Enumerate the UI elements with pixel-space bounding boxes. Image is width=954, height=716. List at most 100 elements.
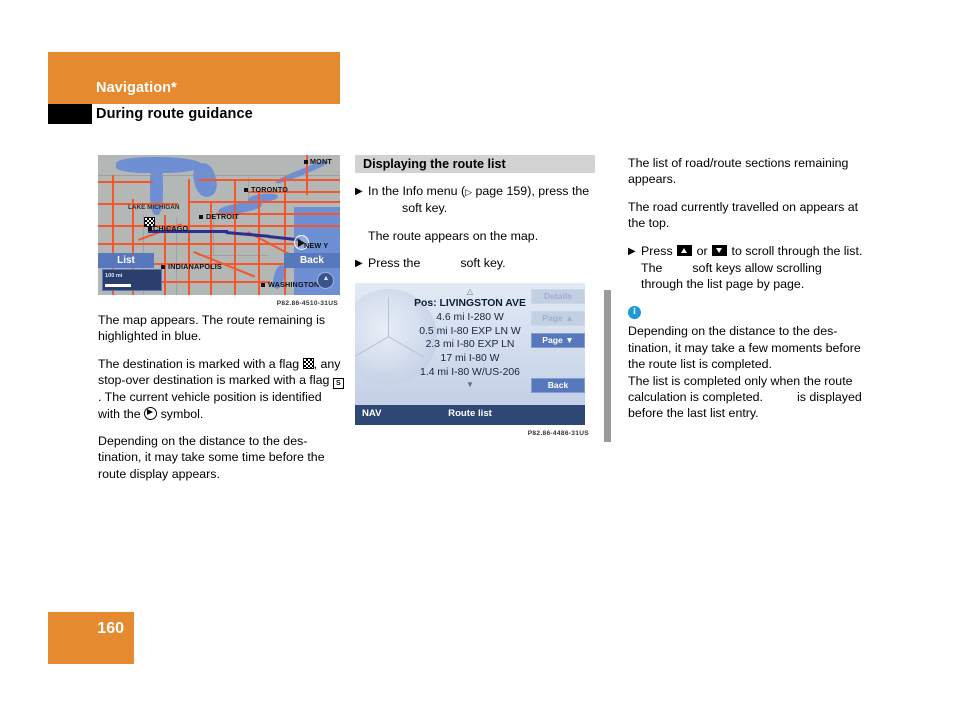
emblem-spoke bbox=[355, 336, 390, 358]
note-line-2: The list is completed only when the rout… bbox=[628, 373, 864, 422]
section-heading-displaying-route-list: Displaying the route list bbox=[355, 155, 595, 173]
map-appears-paragraph: The map appears. The route remaining is … bbox=[98, 313, 326, 344]
section-title: During route guidance bbox=[96, 106, 253, 122]
city-dot-toronto bbox=[244, 188, 248, 192]
nav-status-bar: NAV Route list bbox=[355, 405, 585, 426]
nav-figure-caption: P82.86-4486-31US bbox=[527, 430, 589, 438]
city-dot-montreal bbox=[304, 160, 308, 164]
step-2: ▶ Press the soft key. bbox=[355, 255, 595, 272]
step-1-bullet-icon: ▶ bbox=[355, 186, 363, 197]
route-list-item-3[interactable]: 2.3 mi I-80 EXP LN bbox=[397, 338, 543, 352]
map-figure-caption: P82.86-4510-31US bbox=[276, 300, 338, 307]
step-1: ▶ In the Info menu (▷ page 159), press t… bbox=[355, 183, 595, 217]
softkey-note-text: The soft keys allow scrolling through the… bbox=[641, 260, 864, 293]
highway-v4 bbox=[188, 179, 190, 295]
scroll-up-arrow-icon[interactable]: △ bbox=[397, 287, 543, 297]
page-ref-icon: ▷ bbox=[465, 187, 473, 197]
checkered-flag-icon bbox=[302, 357, 314, 369]
map-softkey-back[interactable]: Back bbox=[284, 253, 340, 268]
middle-column: Displaying the route list ▶ In the Info … bbox=[355, 155, 595, 437]
city-label-washington: WASHINGTON bbox=[268, 280, 320, 289]
stopover-flag-icon: S bbox=[332, 378, 344, 390]
city-label-indianapolis: INDIANAPOLIS bbox=[168, 262, 222, 271]
left-column-text: The map appears. The route remaining is … bbox=[98, 312, 344, 482]
city-dot-detroit bbox=[199, 215, 203, 219]
right-paragraph-2: The road currently travelled on appears … bbox=[628, 199, 859, 231]
destination-paragraph: The destination is marked with a flag , … bbox=[98, 356, 344, 422]
softkey-note-before: The bbox=[641, 260, 663, 275]
map-figure: TORONTO DETROIT CHICAGO NEW Y INDIANAPOL… bbox=[98, 155, 340, 295]
softkey-note-row: The soft keys allow scrolling through the… bbox=[628, 260, 864, 293]
vehicle-position-icon bbox=[144, 406, 158, 420]
city-label-chicago: CHICAGO bbox=[153, 224, 189, 233]
route-list-item-2[interactable]: 0.5 mi I-80 EXP LN W bbox=[397, 325, 543, 339]
highway-h1 bbox=[98, 181, 153, 183]
highway-v6 bbox=[234, 179, 236, 295]
scroll-down-arrow-icon[interactable]: ▼ bbox=[397, 379, 543, 390]
step-2-text: Press the soft key. bbox=[368, 255, 595, 272]
map-scale-bar bbox=[105, 284, 131, 287]
step-1-text-end: soft key. bbox=[402, 201, 448, 216]
route-list-item-5[interactable]: 1.4 mi I-80 W/US-206 bbox=[397, 366, 543, 380]
map-softkey-list[interactable]: List bbox=[98, 253, 154, 268]
nav-softkey-page-down[interactable]: Page ▼ bbox=[531, 333, 585, 349]
city-label-toronto: TORONTO bbox=[251, 185, 289, 194]
manual-page: Navigation* During route guidance TORONT… bbox=[0, 0, 954, 716]
page-number-band: 160 bbox=[48, 612, 134, 664]
step-1-text-before: In the Info menu ( bbox=[368, 184, 466, 198]
step-2-text-before: Press the bbox=[368, 256, 421, 271]
highway-h2 bbox=[198, 179, 340, 181]
destination-text-part1: The destination is marked with a flag bbox=[98, 356, 300, 371]
step-1-text: In the Info menu (▷ page 159), press the… bbox=[368, 183, 595, 217]
nav-softkey-back[interactable]: Back bbox=[531, 378, 585, 394]
route-list-item-4[interactable]: 17 mi I-80 W bbox=[397, 352, 543, 366]
step-1-result-text: The route appears on the map. bbox=[368, 228, 539, 243]
compass-icon bbox=[317, 272, 334, 289]
scroll-step-text-middle: or bbox=[696, 243, 708, 258]
border-line-4 bbox=[213, 215, 215, 255]
scroll-step-text-after: to scroll through the list. bbox=[731, 243, 863, 258]
nav-screen-figure: △ Pos: LIVINGSTON AVE 4.6 mi I-280 W 0.5… bbox=[355, 283, 585, 426]
destination-text-part3: . The current vehicle posi­tion is ident… bbox=[98, 390, 322, 421]
step-1-result-indent bbox=[355, 228, 368, 244]
arrow-down-key-icon[interactable] bbox=[712, 244, 728, 256]
highway-v7 bbox=[258, 191, 260, 295]
step-2-bullet-icon: ▶ bbox=[355, 258, 363, 270]
section-marker-block bbox=[48, 104, 92, 124]
left-column: TORONTO DETROIT CHICAGO NEW Y INDIANAPOL… bbox=[98, 155, 344, 493]
nav-softkey-page-up[interactable]: Page ▲ bbox=[531, 311, 585, 327]
page-number: 160 bbox=[97, 620, 124, 637]
column-divider-bar bbox=[604, 290, 611, 442]
chapter-header-band bbox=[48, 52, 340, 104]
scroll-step-text: Press or to scroll through the list. bbox=[641, 243, 864, 260]
nav-screen-title: Route list bbox=[448, 408, 492, 420]
chapter-title: Navigation* bbox=[96, 80, 177, 96]
right-column-text: The list of road/route sections remain­i… bbox=[628, 155, 864, 422]
step-1-result: The route appears on the map. bbox=[355, 228, 595, 244]
city-label-detroit: DETROIT bbox=[206, 212, 239, 221]
highway-h4 bbox=[190, 201, 340, 203]
city-label-newyork: NEW Y bbox=[304, 241, 329, 250]
scroll-step: ▶ Press or to scroll through the list. bbox=[628, 243, 864, 260]
lake-label-michigan: LAKE MICHIGAN bbox=[128, 204, 180, 211]
route-list-panel: △ Pos: LIVINGSTON AVE 4.6 mi I-280 W 0.5… bbox=[397, 287, 543, 390]
note-line-1: Depending on the distance to the des­tin… bbox=[628, 324, 861, 372]
scroll-step-text-before: Press bbox=[641, 243, 673, 258]
arrow-up-key-icon[interactable] bbox=[677, 244, 693, 256]
softkey-note-after: soft keys allow scrolling through the li… bbox=[641, 260, 822, 292]
highway-h5 bbox=[98, 225, 340, 227]
right-paragraph-1: The list of road/route sections remain­i… bbox=[628, 156, 849, 187]
info-icon: i bbox=[628, 306, 641, 320]
softkey-note-indent bbox=[628, 260, 641, 293]
city-label-montreal: MONT bbox=[310, 157, 332, 166]
city-dot-chicago bbox=[148, 227, 152, 231]
map-scale-label: 100 mi bbox=[105, 273, 123, 279]
route-list-item-1[interactable]: 4.6 mi I-280 W bbox=[397, 311, 543, 325]
border-line-1 bbox=[98, 175, 340, 177]
step-1-text-after: ), press the bbox=[527, 184, 590, 198]
destination-text-part4: symbol. bbox=[160, 406, 204, 421]
city-dot-washington bbox=[261, 283, 265, 287]
step-2-text-end: soft key. bbox=[460, 256, 506, 271]
closing-paragraph: Depending on the distance to the des­tin… bbox=[98, 434, 325, 481]
nav-softkey-details[interactable]: Details bbox=[531, 289, 585, 305]
